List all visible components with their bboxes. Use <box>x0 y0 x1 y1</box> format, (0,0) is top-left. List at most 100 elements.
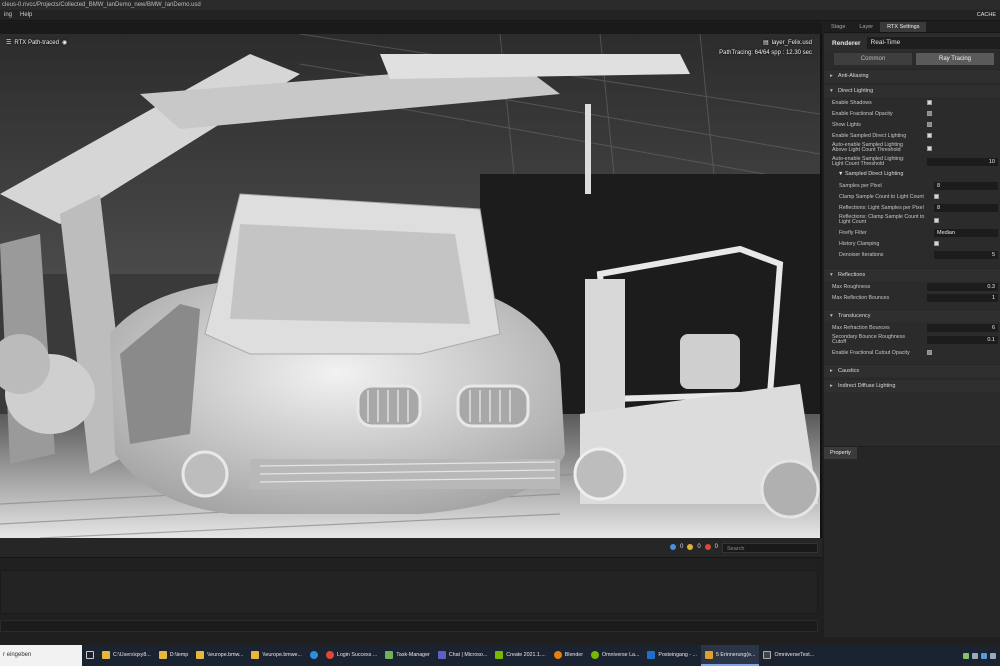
taskbar-item-edge[interactable] <box>306 645 322 666</box>
taskbar-item-omniverse-launcher[interactable]: Omniverse La... <box>587 645 643 666</box>
taskbar-search-input[interactable]: r eingeben <box>0 645 82 666</box>
prop-label-line2: Above Light Count Threshold <box>832 147 901 153</box>
taskbar-item-label: Create 2021.1.... <box>506 651 546 658</box>
max-refraction-bounces-field[interactable]: 6 <box>927 323 998 332</box>
ray-tracing-button[interactable]: Ray Tracing <box>916 53 994 65</box>
reflections-light-samples-field[interactable]: 8 <box>934 203 998 212</box>
enable-shadows-checkbox[interactable] <box>927 100 932 105</box>
section-translucency[interactable]: ▾ Translucency <box>824 309 1000 322</box>
tab-stage[interactable]: Stage <box>824 22 852 32</box>
max-refraction-bounces-row: Max Refraction Bounces 6 <box>824 322 1000 333</box>
error-icon[interactable] <box>704 544 711 550</box>
enable-fractional-opacity-checkbox[interactable] <box>927 111 932 116</box>
prop-label: Samples per Pixel <box>839 182 882 189</box>
clamp-sample-count-checkbox[interactable] <box>934 194 939 199</box>
info-icon[interactable] <box>669 544 676 550</box>
console-command-input[interactable] <box>0 620 818 632</box>
taskbar-item-blender[interactable]: Blender <box>550 645 587 666</box>
layers-icon: ▤ <box>762 40 769 46</box>
taskbar-item-label: Blender <box>564 651 584 658</box>
menu-item-help[interactable]: Help <box>16 12 36 18</box>
console-panel: 0 0 0 Search <box>0 538 822 637</box>
taskbar-item-teams-chat[interactable]: Chat | Microso... <box>434 645 491 666</box>
renderer-row: Renderer Real-Time <box>824 35 1000 51</box>
tray-icon[interactable] <box>990 652 996 659</box>
section-label: Indirect Diffuse Lighting <box>838 383 896 389</box>
section-label: Direct Lighting <box>838 88 874 94</box>
sampled-direct-lighting-subheader[interactable]: ▼ Sampled Direct Lighting <box>824 169 1000 180</box>
tray-icon[interactable] <box>972 652 978 659</box>
task-view-icon[interactable] <box>82 645 98 666</box>
taskbar-item-label: \\europe.bmw... <box>207 651 244 658</box>
taskbar-item-explorer-users[interactable]: C:\Users\qxy8... <box>98 645 155 666</box>
tab-layer[interactable]: Layer <box>852 22 880 32</box>
taskbar-item-task-manager[interactable]: Task-Manager <box>381 645 434 666</box>
taskbar-item-chrome[interactable]: Login Success ... <box>322 645 381 666</box>
rtx-settings-panel: Stage Layer RTX Settings Renderer Real-T… <box>824 22 1000 446</box>
section-caustics[interactable]: ▸ Caustics <box>824 364 1000 377</box>
max-reflection-bounces-field[interactable]: 1 <box>927 293 998 302</box>
taskbar-item-outlook-inbox[interactable]: Posteingang - ... <box>643 645 701 666</box>
omniverse-create-icon <box>495 650 504 659</box>
reflections-clamp-checkbox[interactable] <box>934 217 939 223</box>
render-mode-indicator[interactable]: ☰ RTX Path-traced ◉ <box>6 39 67 47</box>
prop-label: Enable Fractional Opacity <box>832 110 893 117</box>
prop-label: Denoiser Iterations <box>839 251 884 258</box>
prop-label: History Clamping <box>839 240 880 247</box>
auto-threshold-field[interactable]: 10 <box>927 158 998 166</box>
prop-label: Auto-enable Sampled Lighting Above Light … <box>832 142 928 154</box>
secondary-bounce-roughness-field[interactable]: 0.1 <box>927 336 998 344</box>
info-count: 0 <box>679 544 684 550</box>
eye-icon[interactable]: ◉ <box>62 39 67 46</box>
section-indirect-diffuse[interactable]: ▸ Indirect Diffuse Lighting <box>824 379 1000 392</box>
taskbar-item-omniverse-test[interactable]: OmniverseTest... <box>759 645 818 666</box>
samples-per-pixel-field[interactable]: 8 <box>934 181 998 190</box>
omniverse-icon <box>591 650 600 659</box>
tab-rtx-settings[interactable]: RTX Settings <box>880 22 927 32</box>
renderer-select[interactable]: Real-Time <box>866 37 1000 49</box>
section-direct-lighting[interactable]: ▾ Direct Lighting <box>824 84 1000 97</box>
taskbar-item-explorer-temp[interactable]: D:\temp <box>155 645 193 666</box>
fractional-cutout-opacity-checkbox[interactable] <box>927 350 932 355</box>
console-counters: 0 0 0 <box>669 544 718 550</box>
tray-icon[interactable] <box>981 652 987 659</box>
enable-shadows-row: Enable Shadows <box>824 97 1000 108</box>
section-reflections[interactable]: ▾ Reflections <box>824 268 1000 281</box>
tray-icon[interactable] <box>963 652 969 659</box>
taskbar-item-label: Posteingang - ... <box>658 651 697 658</box>
enable-sampled-direct-checkbox[interactable] <box>927 133 932 138</box>
show-lights-row: Show Lights <box>824 119 1000 130</box>
clamp-sample-count-row: Clamp Sample Count to Light Count <box>824 191 1000 202</box>
menu-item-rendering[interactable]: ing <box>0 12 16 18</box>
auto-enable-above-threshold-checkbox[interactable] <box>927 145 932 151</box>
prop-label: Reflections: Light Samples per Pixel <box>839 204 924 211</box>
denoiser-iterations-field[interactable]: 5 <box>934 250 998 259</box>
history-clamping-row: History Clamping <box>824 238 1000 249</box>
prop-label: Enable Sampled Direct Lighting <box>832 132 907 139</box>
warning-icon[interactable] <box>687 544 694 550</box>
firefly-filter-row: Firefly Filter Median <box>824 227 1000 238</box>
taskbar-item-label: Omniverse La... <box>602 651 640 658</box>
active-layer-indicator[interactable]: ▤ layer_Felix.usd <box>762 39 812 47</box>
tab-property[interactable]: Property <box>824 447 857 459</box>
firefly-filter-select[interactable]: Median <box>934 228 998 237</box>
taskbar-item-create[interactable]: Create 2021.1.... <box>491 645 549 666</box>
common-button[interactable]: Common <box>834 53 912 65</box>
cache-status[interactable]: CACHE <box>977 12 1000 18</box>
folder-icon <box>102 650 110 659</box>
console-search-input[interactable]: Search <box>722 543 818 553</box>
render-viewport[interactable]: ☰ RTX Path-traced ◉ ▤ layer_Felix.usd Pa… <box>0 34 822 538</box>
show-lights-checkbox[interactable] <box>927 122 932 127</box>
section-anti-aliasing[interactable]: ▸ Anti-Aliasing <box>824 69 1000 82</box>
teams-icon <box>437 650 446 659</box>
taskbar-item-explorer-europe1[interactable]: \\europe.bmw... <box>192 645 247 666</box>
history-clamping-checkbox[interactable] <box>934 241 939 246</box>
console-log-area[interactable] <box>0 570 818 614</box>
taskbar-item-label: D:\temp <box>169 651 189 658</box>
triangle-down-icon: ▼ <box>838 171 845 177</box>
prop-label: Auto-enable Sampled Lighting: Light Count… <box>832 156 928 168</box>
taskbar-item-explorer-europe2[interactable]: \\europe.bmwe... <box>247 645 305 666</box>
taskbar-item-reminders[interactable]: 5 Erinnerung(e... <box>700 645 760 666</box>
max-roughness-field[interactable]: 0.3 <box>927 282 998 291</box>
secondary-bounce-roughness-row: Secondary Bounce Roughness Cutoff 0.1 <box>824 333 1000 347</box>
